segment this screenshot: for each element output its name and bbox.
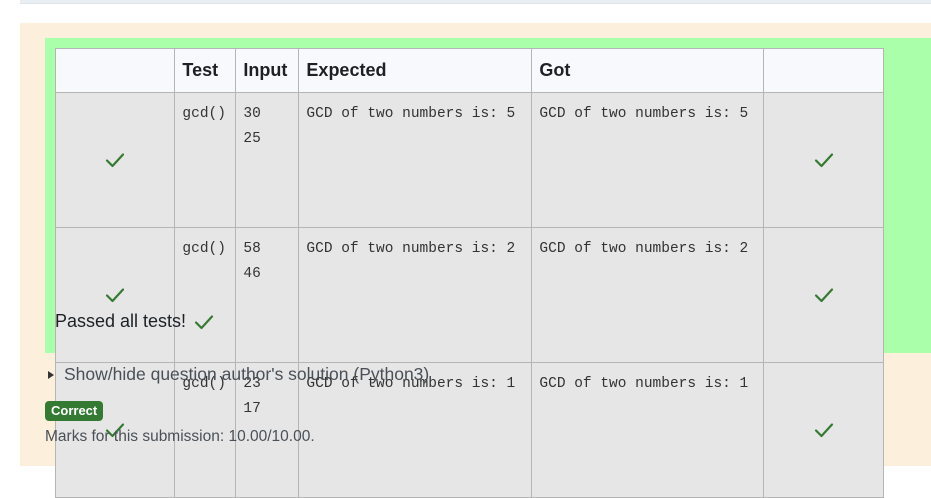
header-mark-right — [763, 48, 884, 93]
expected-cell: GCD of two numbers is: 2 — [298, 227, 533, 363]
question-feedback-panel: Test Input Expected Got gcd() 30 25 GCD … — [20, 23, 931, 498]
check-icon — [771, 152, 875, 168]
passed-text: Passed all tests! — [55, 311, 187, 331]
header-got: Got — [531, 48, 765, 93]
check-icon — [63, 152, 167, 168]
input-cell: 58 46 — [235, 227, 300, 363]
correct-badge: Correct — [45, 401, 104, 421]
table-row: gcd() 58 46 GCD of two numbers is: 2 GCD… — [54, 227, 884, 363]
test-cell: gcd() — [174, 227, 237, 363]
passed-all-tests: Passed all tests! — [55, 311, 214, 332]
row-status-cell — [54, 227, 176, 363]
input-cell: 30 25 — [235, 92, 300, 228]
row-result-cell — [763, 227, 884, 363]
header-input: Input — [235, 48, 300, 93]
row-result-cell — [763, 362, 884, 498]
got-cell: GCD of two numbers is: 5 — [531, 92, 765, 228]
check-icon — [194, 314, 214, 330]
header-mark — [54, 48, 176, 93]
test-cell: gcd() — [174, 92, 237, 228]
check-icon — [63, 287, 167, 303]
results-header-row: Test Input Expected Got — [54, 48, 884, 93]
show-hide-solution-toggle[interactable]: Show/hide question author's solution (Py… — [48, 364, 429, 385]
test-results-panel: Test Input Expected Got gcd() 30 25 GCD … — [45, 38, 931, 498]
top-divider — [20, 0, 931, 4]
row-result-cell — [763, 92, 884, 228]
check-icon — [771, 287, 875, 303]
solution-toggle-label: Show/hide question author's solution (Py… — [64, 364, 430, 384]
header-test: Test — [174, 48, 237, 93]
got-cell: GCD of two numbers is: 2 — [531, 227, 765, 363]
expected-cell: GCD of two numbers is: 5 — [298, 92, 533, 228]
marks-text: Marks for this submission: 10.00/10.00. — [45, 428, 315, 445]
header-expected: Expected — [298, 48, 533, 93]
disclosure-triangle-icon — [48, 370, 54, 379]
table-row: gcd() 30 25 GCD of two numbers is: 5 GCD… — [54, 92, 884, 228]
row-status-cell — [54, 92, 176, 228]
got-cell: GCD of two numbers is: 1 — [531, 362, 765, 498]
check-icon — [771, 422, 875, 438]
